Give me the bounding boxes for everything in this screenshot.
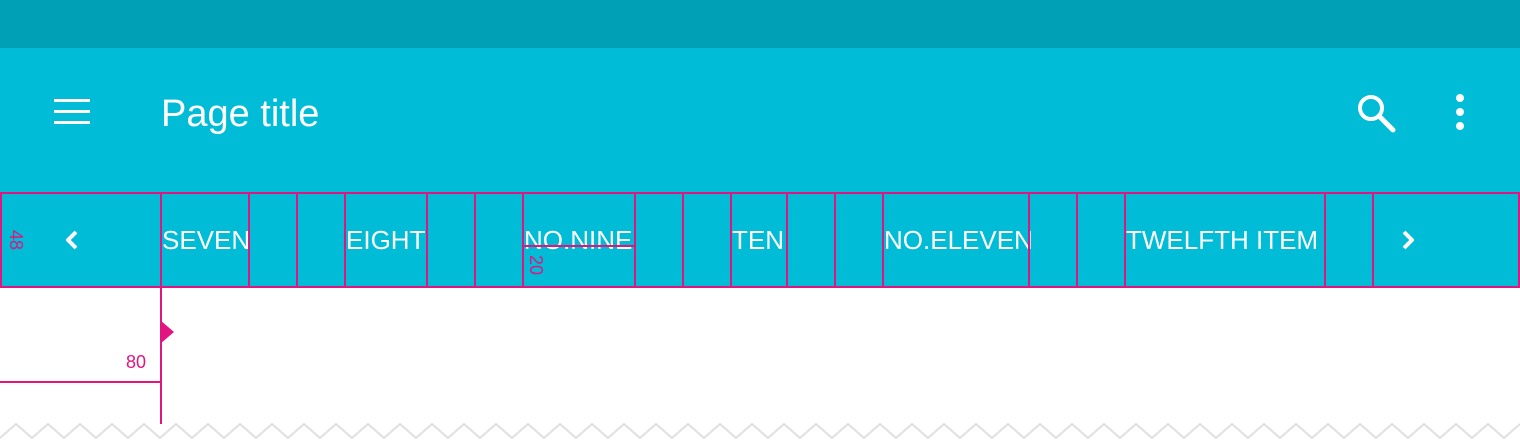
tab-divider: [882, 192, 884, 288]
torn-edge: [0, 422, 1520, 440]
tab-bar-outline: [0, 192, 1520, 288]
tab-divider: [160, 192, 162, 288]
tab-divider: [834, 192, 836, 288]
status-bar: [0, 0, 1520, 48]
caret-marker-icon: [160, 320, 174, 344]
search-icon[interactable]: [1356, 93, 1396, 133]
content-keyline: [160, 288, 162, 424]
tab-divider: [1028, 192, 1030, 288]
tab-divider: [474, 192, 476, 288]
content-inset-measure: 80: [126, 352, 147, 372]
tab-divider: [1076, 192, 1078, 288]
more-vert-icon[interactable]: [1448, 93, 1472, 133]
tab-divider: [1372, 192, 1374, 288]
tab-divider: [296, 192, 298, 288]
menu-icon[interactable]: [54, 99, 90, 125]
tab-divider: [634, 192, 636, 288]
tab-divider: [248, 192, 250, 288]
page-title: Page title: [161, 93, 320, 135]
tab-height-measure: 48: [6, 230, 26, 251]
label-baseline-guide: [524, 245, 636, 247]
tab-divider: [1124, 192, 1126, 288]
tab-divider: [344, 192, 346, 288]
tab-divider: [1324, 192, 1326, 288]
tab-divider: [426, 192, 428, 288]
tab-divider: [522, 192, 524, 288]
content-inset-guide: [0, 381, 162, 383]
label-offset-measure: 20: [526, 255, 546, 276]
tab-divider: [730, 192, 732, 288]
tab-divider: [682, 192, 684, 288]
tab-divider: [786, 192, 788, 288]
